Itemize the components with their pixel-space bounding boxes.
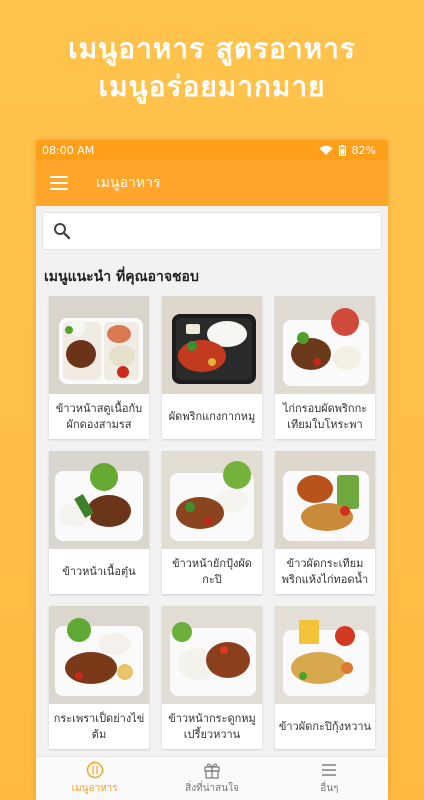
menu-grid: ข้าวหน้าสตูเนื้อกับผักดองสามรส ผัดพริกแก… [36,296,388,749]
menu-card[interactable]: ข้าวหน้ายักปุ้งผัดกะปิ [162,451,262,594]
food-photo [275,451,375,549]
menu-card[interactable]: ไก่กรอบผัดพริกกะเทียมใบโหระพา [275,296,375,439]
nav-item-interesting[interactable]: สิ่งที่น่าสนใจ [162,761,262,796]
menu-card-label: ผัดพริกแกงกากหมู [168,409,256,423]
menu-card[interactable]: กระเพราเป็ดย่างไข่ต้ม [49,606,149,749]
menu-card-label: ข้าวหน้าเนื้อตุ๋น [62,564,136,578]
battery-icon [338,144,346,156]
food-icon [86,761,103,779]
nav-label: เมนูอาหาร [71,783,118,794]
menu-card[interactable]: ผัดพริกแกงกากหมู [162,296,262,439]
food-photo [275,606,375,704]
section-title: เมนูแนะนำ ที่คุณอาจชอบ [44,269,199,285]
menu-card[interactable]: ข้าวหน้าสตูเนื้อกับผักดองสามรส [49,296,149,439]
food-photo [49,451,149,549]
app-bar: เมนูอาหาร [36,160,388,206]
nav-item-menu[interactable]: เมนูอาหาร [45,761,145,796]
bottom-navigation: เมนูอาหาร สิ่งที่น่าสนใจ อื่นๆ [36,756,388,800]
nav-label: สิ่งที่น่าสนใจ [185,783,239,794]
menu-card-label: ข้าวหน้าสตูเนื้อกับผักดองสามรส [55,401,143,431]
promo-line-2: เมนูอร่อยมากมาย [98,70,326,103]
nav-item-more[interactable]: อื่นๆ [279,761,379,796]
menu-icon [322,764,337,776]
menu-card[interactable]: ข้าวผัดกระเทียมพริกแห้งไก่ทอดน้ำ [275,451,375,594]
menu-card[interactable]: ข้าวหน้ากระดูกหมูเปรี้ยวหวาน [162,606,262,749]
menu-card[interactable]: ข้าวผัดกะปิกุ้งหวาน [275,606,375,749]
status-bar: 08:00 AM 82% [36,140,388,160]
menu-card-label: ข้าวหน้ากระดูกหมูเปรี้ยวหวาน [168,711,256,741]
menu-card[interactable]: ข้าวหน้าเนื้อตุ๋น [49,451,149,594]
menu-card-label: กระเพราเป็ดย่างไข่ต้ม [53,711,145,741]
menu-card-label: ข้าวผัดกะปิกุ้งหวาน [278,719,372,733]
battery-level: 82% [351,143,376,157]
status-time: 08:00 AM [42,143,95,157]
search-box[interactable] [42,212,382,250]
gift-icon [204,763,220,779]
food-photo [275,296,375,394]
menu-card-label: ข้าวผัดกระเทียมพริกแห้งไก่ทอดน้ำ [281,556,369,586]
app-title: เมนูอาหาร [96,175,161,191]
food-photo [162,606,262,704]
search-icon [54,223,71,240]
food-photo [162,451,262,549]
wifi-icon [319,145,333,155]
search-input[interactable] [79,216,381,246]
food-photo [49,296,149,394]
phone-screen: 08:00 AM 82% เมนูอาหาร เมนูแนะนำ ที่คุณอ… [36,140,388,800]
promo-line-1: เมนูอาหาร สูตรอาหาร [68,32,356,65]
food-photo [49,606,149,704]
nav-label: อื่นๆ [320,783,339,794]
food-photo [162,296,262,394]
promo-banner: เมนูอาหาร สูตรอาหาร เมนูอร่อยมากมาย [0,30,424,106]
hamburger-menu-icon[interactable] [50,176,68,190]
menu-card-label: ไก่กรอบผัดพริกกะเทียมใบโหระพา [282,401,368,431]
menu-card-label: ข้าวหน้ายักปุ้งผัดกะปิ [172,556,252,586]
